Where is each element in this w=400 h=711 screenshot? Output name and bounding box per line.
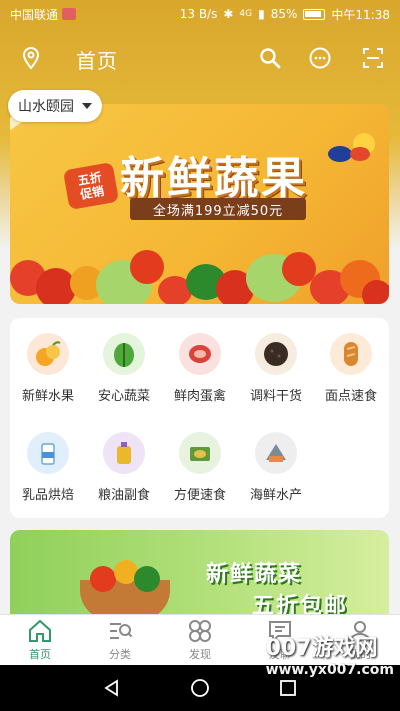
category-item-seafood[interactable]: 海鲜水产 (238, 432, 314, 503)
tab-label: 分类 (109, 647, 131, 661)
category-label: 鲜肉蛋禽 (173, 389, 226, 404)
category-item-instant-food[interactable]: 方便速食 (162, 432, 238, 503)
instant-food-icon (179, 432, 221, 474)
bluetooth-icon: ✱ (223, 7, 234, 21)
battery-percent: 85% (270, 7, 298, 21)
category-label: 粮油副食 (97, 488, 150, 503)
tab-category[interactable]: 分类 (80, 615, 160, 665)
category-label: 新鲜水果 (21, 389, 74, 404)
sale-badge-line2: 促销 (79, 183, 106, 202)
notification-icon (62, 8, 77, 20)
watermark-line1: 007游戏网 (265, 636, 378, 661)
banner-promo: 全场满199立减50元 (130, 198, 306, 220)
status-right: 13 B/s ✱ 4G ▮ 85% 中午11:38 (180, 6, 390, 23)
home-button-icon[interactable] (188, 676, 212, 700)
home-icon (29, 619, 51, 642)
category-item-oil[interactable]: 粮油副食 (86, 432, 162, 503)
category-item-dairy[interactable]: 乳品烘焙 (10, 432, 86, 503)
signal-type: 4G (239, 9, 253, 19)
discover-icon (189, 619, 211, 642)
network-speed: 13 B/s (179, 7, 218, 21)
signal-icon: ▮ (258, 7, 265, 21)
sunglasses-icon (320, 130, 375, 162)
location-icon[interactable] (17, 44, 45, 72)
battery-icon (303, 8, 326, 20)
dairy-icon (27, 432, 69, 474)
app-header: 首页 (0, 36, 400, 80)
banner2-line1: 新鲜蔬菜 (206, 562, 303, 587)
category-grid: 新鲜水果 安心蔬菜 鲜肉蛋禽 调料干货 面点速食 乳品烘焙 粮油副食 方便速食 … (10, 318, 389, 518)
promo-banner[interactable]: 新鲜蔬果 全场满199立减50元 五折 促销 (10, 104, 389, 304)
carrier-name: 中国联通 (10, 7, 59, 22)
category-item-vegetable[interactable]: 安心蔬菜 (86, 333, 162, 404)
status-bar: 中国联通 13 B/s ✱ 4G ▮ 85% 中午11:38 (0, 0, 400, 28)
seafood-icon (255, 432, 297, 474)
location-selector[interactable]: 山水颐园 (8, 90, 102, 122)
category-item-fruit[interactable]: 新鲜水果 (10, 333, 86, 404)
category-item-meat[interactable]: 鲜肉蛋禽 (162, 333, 238, 404)
category-icon (110, 622, 133, 639)
tab-home[interactable]: 首页 (0, 615, 80, 665)
banner-title: 新鲜蔬果 (120, 153, 308, 204)
category-label: 方便速食 (173, 488, 226, 503)
oil-icon (103, 432, 145, 474)
tab-label: 发现 (189, 647, 211, 661)
sale-badge: 五折 促销 (62, 161, 120, 211)
tab-discover[interactable]: 发现 (160, 615, 240, 665)
watermark: 007游戏网 www.yx007.com (266, 630, 394, 678)
meat-icon (179, 333, 221, 375)
vegetable-promo-banner[interactable]: 新鲜蔬菜 五折包邮 (10, 530, 389, 620)
watermark-line2: www.yx007.com (265, 662, 394, 678)
fruit-icon (27, 333, 69, 375)
location-name: 山水颐园 (18, 99, 74, 115)
category-label: 调料干货 (249, 389, 302, 404)
page-title: 首页 (76, 49, 118, 73)
spice-icon (255, 333, 297, 375)
clock: 中午11:38 (331, 7, 390, 22)
vegetable-icon (103, 333, 145, 375)
scan-icon[interactable] (359, 44, 387, 72)
category-item-bread[interactable]: 面点速食 (313, 333, 389, 404)
search-icon[interactable] (256, 44, 284, 72)
category-label: 海鲜水产 (249, 488, 302, 503)
category-label: 乳品烘焙 (21, 488, 74, 503)
chevron-down-icon (82, 103, 92, 109)
category-item-spice[interactable]: 调料干货 (238, 333, 314, 404)
category-label: 面点速食 (324, 389, 377, 404)
status-left: 中国联通 (10, 6, 77, 23)
vegetable-illustration (10, 224, 389, 304)
recents-icon[interactable] (276, 676, 300, 700)
tab-label: 首页 (29, 647, 51, 661)
back-icon[interactable] (100, 676, 124, 700)
category-label: 安心蔬菜 (97, 389, 150, 404)
message-icon[interactable] (306, 44, 334, 72)
bread-icon (330, 333, 372, 375)
